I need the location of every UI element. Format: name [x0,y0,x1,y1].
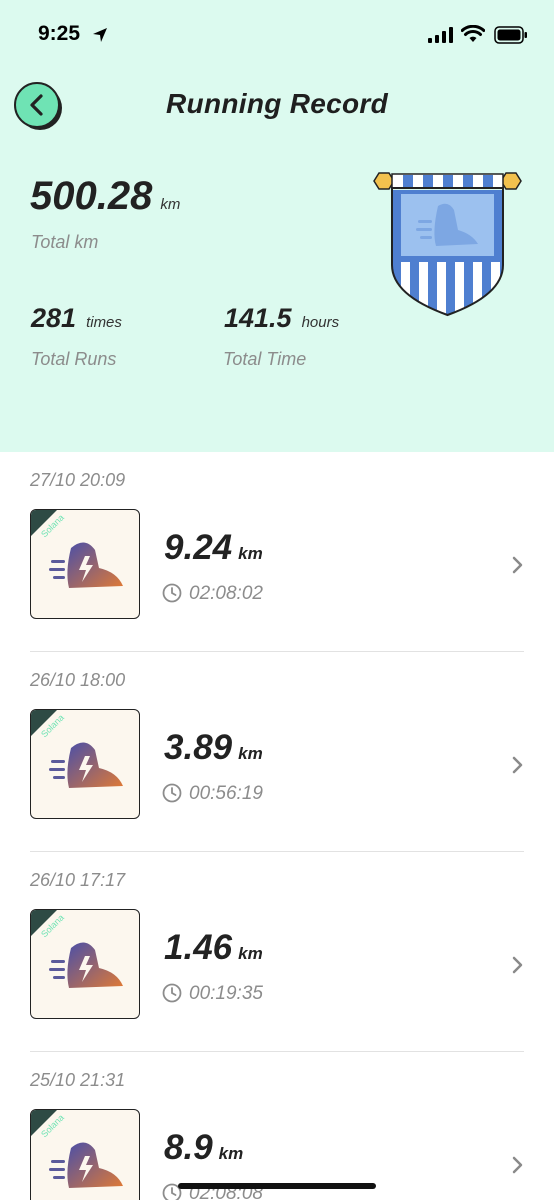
record-distance: 9.24 km [164,528,263,567]
chevron-right-icon[interactable] [511,955,525,975]
total-km-label: Total km [31,232,99,252]
summary-header: 9:25 Running Record 500.28 km Total km 28… [0,0,554,452]
run-nft-thumbnail: Solana [30,509,140,619]
total-km-value: 500.28 km [30,174,181,218]
clock-icon [162,583,182,603]
running-shoe-icon: Solana [31,710,123,788]
location-arrow-icon [93,28,107,42]
record-distance: 1.46 km [164,928,263,967]
record-date: 25/10 21:31 [30,1070,126,1090]
total-runs-label: Total Runs [31,349,117,369]
run-nft-thumbnail: Solana [30,709,140,819]
record-date: 26/10 17:17 [30,870,126,890]
wifi-icon [461,25,485,42]
chevron-right-icon[interactable] [511,755,525,775]
status-time: 9:25 [38,22,81,45]
record-distance: 3.89 km [164,728,263,767]
run-nft-thumbnail: Solana [30,1109,140,1200]
cellular-signal-icon [428,27,453,43]
page-title: Running Record [166,88,388,119]
total-runs-value: 281 times [31,303,122,333]
record-date: 27/10 20:09 [30,470,126,490]
running-shoe-icon: Solana [31,510,123,588]
run-record-row[interactable]: 27/10 20:09 Solana 9.24 km 02:08:02 [0,452,554,652]
running-shoe-icon: Solana [31,910,123,988]
status-bar: 9:25 [0,0,554,70]
total-time-label: Total Time [223,349,307,369]
total-time-value: 141.5 hours [224,303,340,333]
clock-icon [162,783,182,803]
running-shoe-banner-icon [373,172,522,317]
run-record-row[interactable]: 26/10 18:00 Solana 3.89 km 00:56:19 [0,652,554,852]
clock-icon [162,983,182,1003]
record-date: 26/10 18:00 [30,670,126,690]
record-duration: 00:19:35 [189,983,263,1004]
chevron-right-icon[interactable] [511,555,525,575]
run-record-row[interactable]: 25/10 21:31 Solana 8.9 km 02:08:08 [0,1052,554,1200]
record-distance: 8.9 km [164,1128,244,1167]
home-indicator[interactable] [178,1183,376,1189]
run-record-row[interactable]: 26/10 17:17 Solana 1.46 km 00:19:35 [0,852,554,1052]
chevron-right-icon[interactable] [511,1155,525,1175]
running-shoe-icon: Solana [31,1110,123,1188]
record-duration: 02:08:02 [189,583,263,604]
run-nft-thumbnail: Solana [30,909,140,1019]
record-duration: 00:56:19 [189,783,263,804]
battery-icon [494,26,527,44]
